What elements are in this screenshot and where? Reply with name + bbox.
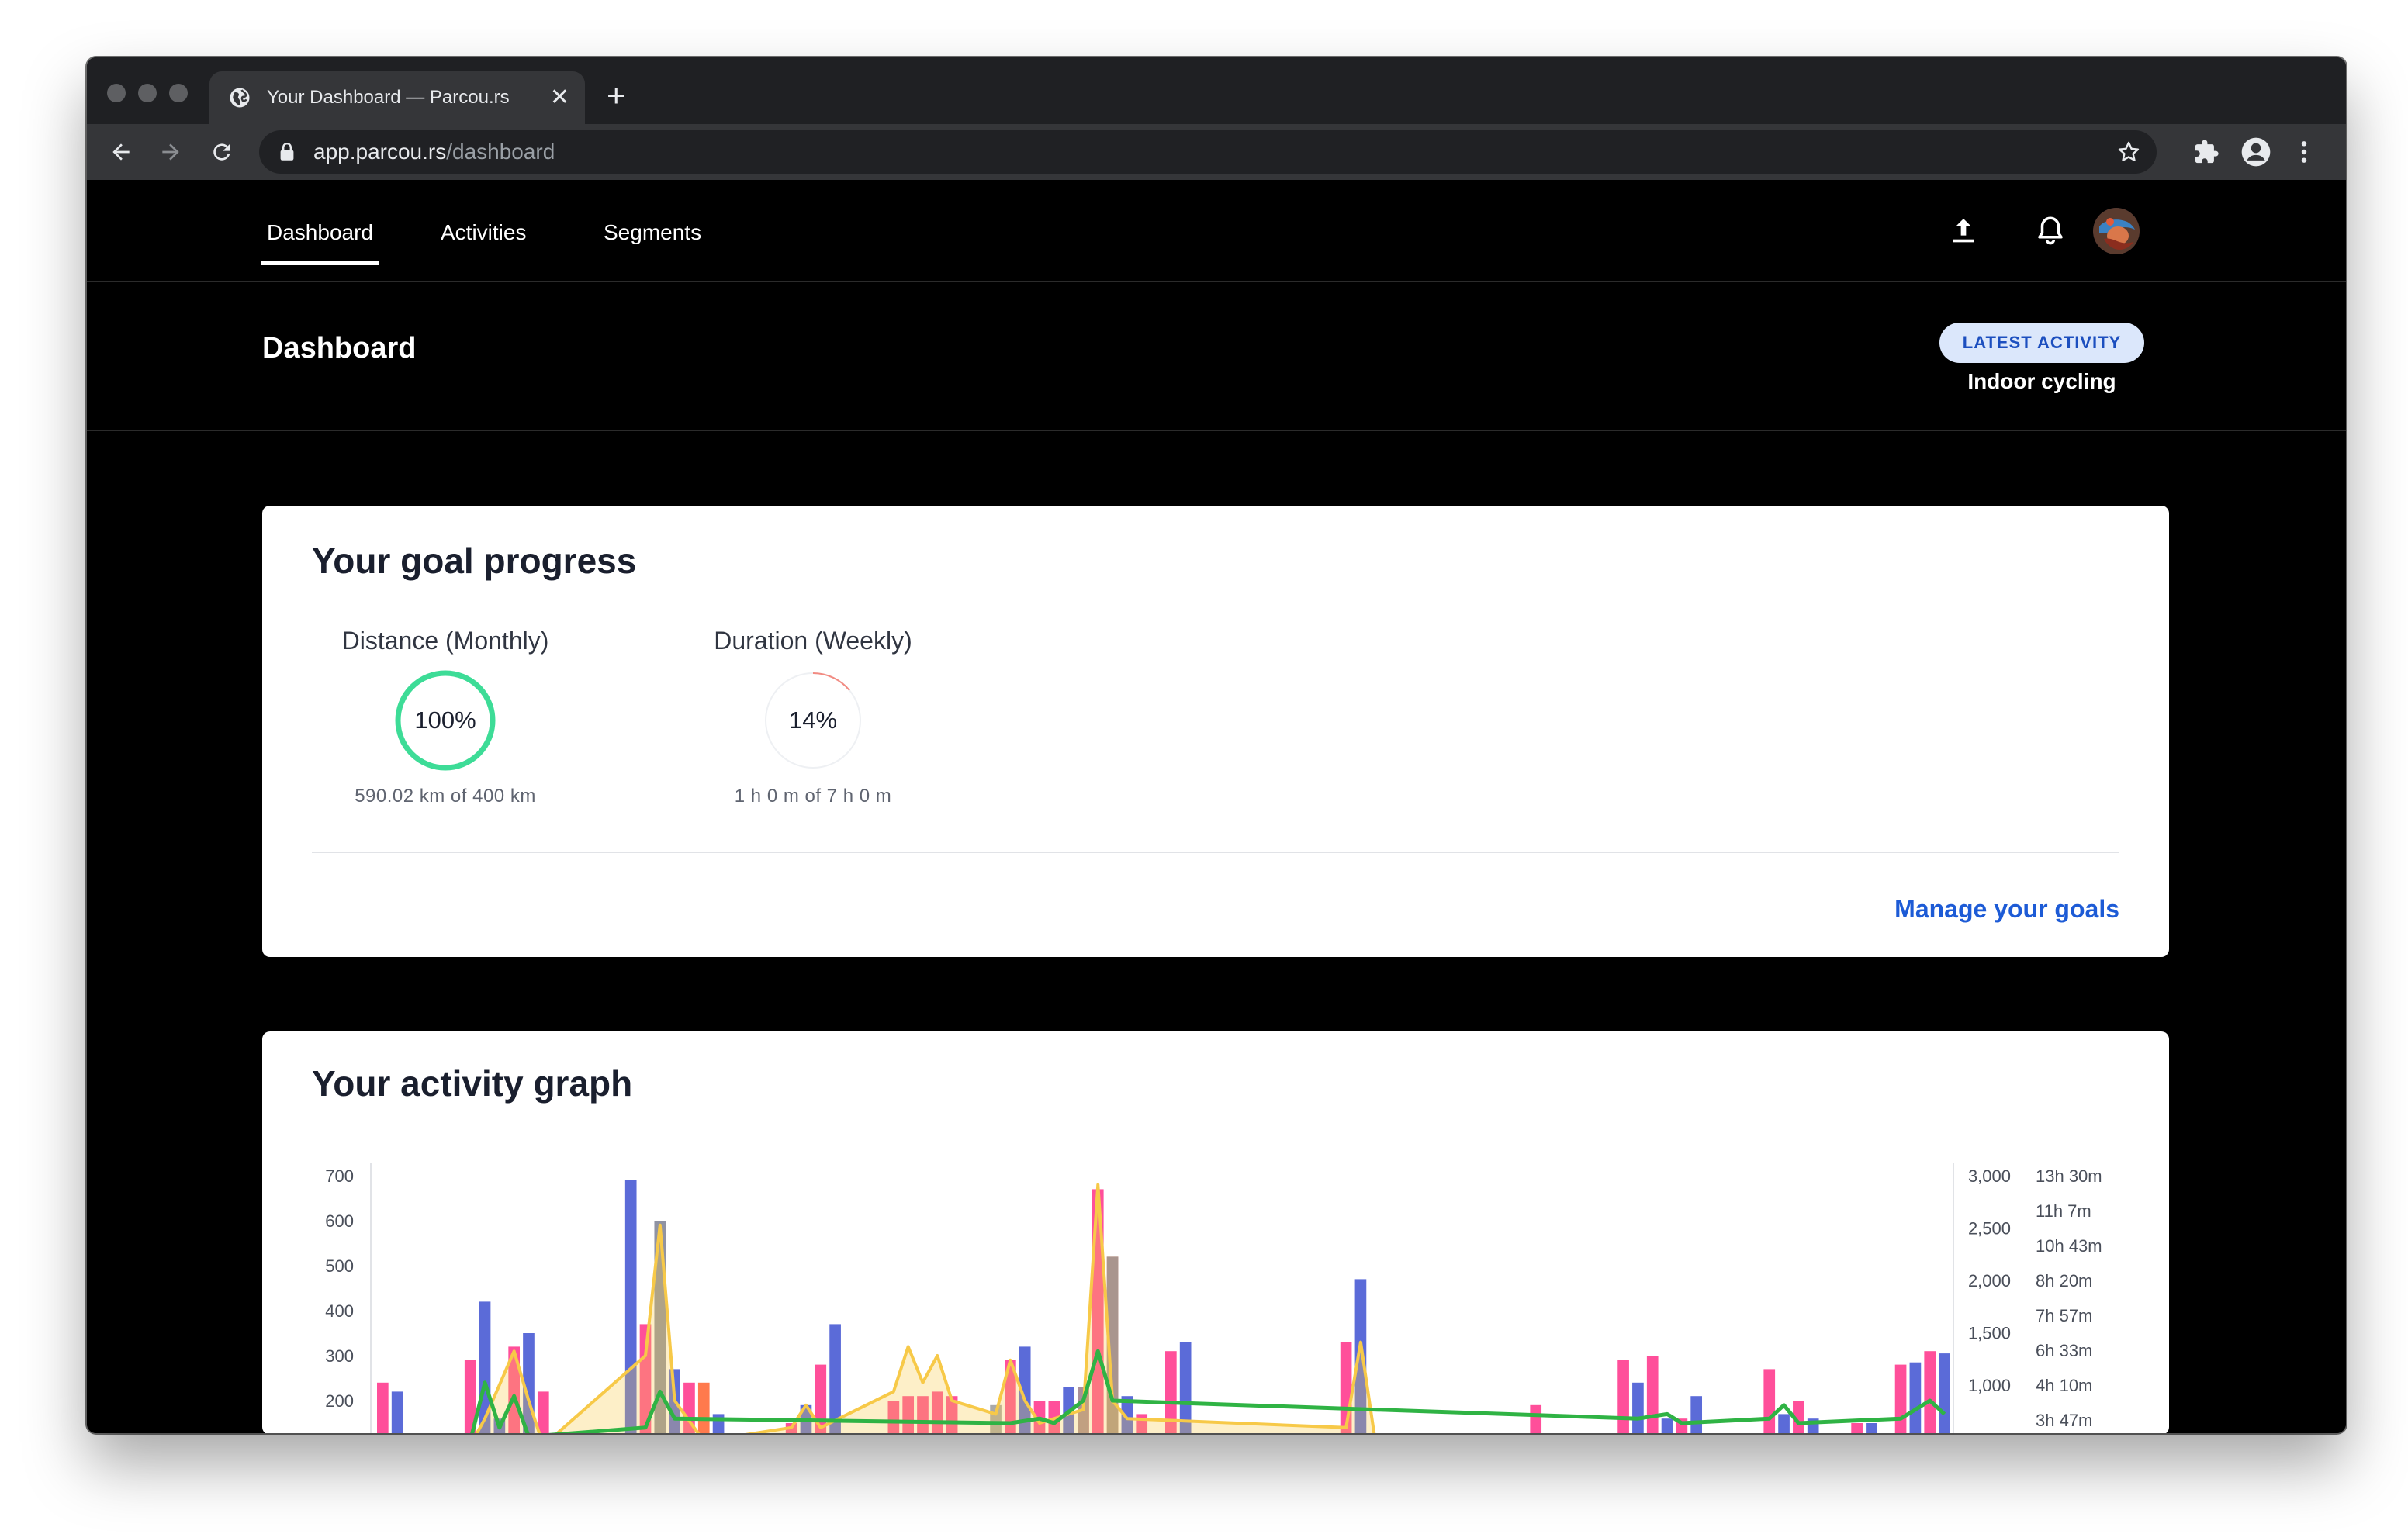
duration-axis-tick: 4h 10m	[2036, 1376, 2092, 1395]
duration-axis-tick: 11h 7m	[2036, 1201, 2091, 1221]
chart-bar-pink	[377, 1382, 389, 1433]
forward-icon[interactable]	[154, 135, 188, 169]
chart-bar-blue	[1632, 1382, 1644, 1433]
upload-icon[interactable]	[1944, 211, 1983, 250]
new-tab-button[interactable]: +	[607, 79, 626, 112]
reload-icon[interactable]	[205, 135, 239, 169]
duration-axis-tick: 7h 57m	[2036, 1306, 2092, 1325]
left-axis-tick: 600	[325, 1211, 354, 1231]
tab-strip: Your Dashboard — Parcou.rs ✕ +	[87, 57, 2346, 124]
avatar[interactable]	[2093, 208, 2140, 254]
top-navigation: Dashboard Activities Segments	[87, 180, 2346, 282]
profile-icon[interactable]	[2240, 136, 2271, 168]
left-axis-tick: 400	[325, 1301, 354, 1321]
close-tab-icon[interactable]: ✕	[550, 86, 569, 109]
nav-segments[interactable]: Segments	[604, 220, 701, 245]
browser-window: Your Dashboard — Parcou.rs ✕ + app.parco…	[87, 57, 2346, 1433]
chart-bar-blue	[1661, 1418, 1673, 1433]
chart-bar-pink	[1530, 1404, 1542, 1433]
latest-activity-link[interactable]: Indoor cycling	[1939, 369, 2144, 394]
chart-area-yellow	[476, 1184, 1375, 1433]
goal-card-title: Your goal progress	[312, 541, 637, 581]
left-axis-tick: 300	[325, 1346, 354, 1366]
chart-bar-blue	[712, 1414, 725, 1433]
duration-axis-tick: 3h 47m	[2036, 1411, 2092, 1430]
chart-bar-pink	[1763, 1369, 1776, 1433]
goal-progress-ring: 100%	[394, 669, 496, 772]
goal-progress-ring: 14%	[762, 669, 864, 772]
chart-bar-pink	[1851, 1423, 1863, 1433]
lock-icon	[280, 143, 294, 161]
minimize-window-icon[interactable]	[138, 84, 157, 102]
duration-axis-tick: 8h 20m	[2036, 1271, 2092, 1290]
chart-bar-pink	[1646, 1356, 1659, 1433]
goal-progress-card: Your goal progress Distance (Monthly) 10…	[262, 506, 2169, 957]
left-axis-tick: 500	[325, 1256, 354, 1276]
left-axis-tick: 700	[325, 1166, 354, 1186]
url-path: /dashboard	[446, 140, 555, 164]
chart-bar-orange	[697, 1382, 710, 1433]
chart-bar-blue	[1690, 1396, 1703, 1433]
goal-percent: 14%	[788, 707, 838, 734]
close-window-icon[interactable]	[107, 84, 126, 102]
right-axis-tick: 2,500	[1968, 1219, 2011, 1239]
left-axis-tick: 200	[325, 1391, 354, 1411]
goal-duration-weekly: Duration (Weekly) 14% 1 h 0 m of 7 h 0 m	[681, 627, 945, 807]
chart-bar-pink	[1617, 1360, 1629, 1433]
address-bar[interactable]: app.parcou.rs /dashboard	[259, 130, 2157, 174]
nav-activities[interactable]: Activities	[441, 220, 526, 245]
app-viewport: Dashboard Activities Segments Dashboard …	[87, 180, 2346, 1433]
chart-bar-blue	[1778, 1414, 1790, 1433]
latest-activity-badge: LATEST ACTIVITY	[1939, 323, 2144, 363]
extensions-puzzle-icon[interactable]	[2191, 136, 2222, 168]
goal-percent: 100%	[414, 707, 476, 734]
globe-icon	[230, 88, 250, 108]
url-host: app.parcou.rs	[313, 140, 447, 164]
chart-bar-blue	[391, 1391, 403, 1433]
chart-bar-pink	[537, 1391, 549, 1433]
activity-chart: 700 600 500 400 300 200 3,000 2,500 2,000 1,500 1,…	[325, 1163, 2102, 1433]
bookmark-star-icon[interactable]	[2116, 140, 2141, 164]
page-header: Dashboard LATEST ACTIVITY Indoor cycling	[87, 282, 2346, 431]
duration-axis-tick: 10h 43m	[2036, 1236, 2102, 1256]
tab-title: Your Dashboard — Parcou.rs	[267, 87, 510, 108]
manage-goals-link[interactable]: Manage your goals	[1894, 895, 2119, 924]
browser-toolbar: app.parcou.rs /dashboard	[87, 124, 2346, 180]
goal-distance-monthly: Distance (Monthly) 100% 590.02 km of 400…	[313, 627, 577, 807]
tab-dashboard[interactable]: Your Dashboard — Parcou.rs ✕	[209, 71, 585, 124]
page-title: Dashboard	[262, 332, 417, 364]
duration-axis-tick: 6h 33m	[2036, 1341, 2092, 1360]
duration-axis-tick: 13h 30m	[2036, 1166, 2102, 1186]
chart-bar-blue	[1909, 1362, 1922, 1433]
right-axis-tick: 3,000	[1968, 1166, 2011, 1186]
chart-bar-blue	[1866, 1423, 1877, 1433]
goal-detail: 590.02 km of 400 km	[355, 786, 536, 807]
activity-graph-card: Your activity graph 700 600 500 400 300 200 3,…	[262, 1031, 2169, 1433]
chart-bar-pink	[1894, 1364, 1907, 1433]
back-icon[interactable]	[104, 135, 138, 169]
goal-detail: 1 h 0 m of 7 h 0 m	[734, 786, 892, 807]
bell-icon[interactable]	[2031, 211, 2070, 250]
browser-menu-icon[interactable]	[2289, 136, 2320, 168]
maximize-window-icon[interactable]	[169, 84, 188, 102]
goal-name: Duration (Weekly)	[714, 627, 912, 655]
chart-bar-pink	[1924, 1351, 1936, 1433]
goal-name: Distance (Monthly)	[341, 627, 549, 655]
nav-dashboard[interactable]: Dashboard	[261, 220, 379, 265]
right-axis-tick: 1,000	[1968, 1376, 2011, 1395]
right-axis-tick: 2,000	[1968, 1271, 2011, 1290]
chart-bar-blue	[1939, 1353, 1950, 1433]
right-axis-tick: 1,500	[1968, 1324, 2011, 1343]
divider	[312, 852, 2119, 853]
